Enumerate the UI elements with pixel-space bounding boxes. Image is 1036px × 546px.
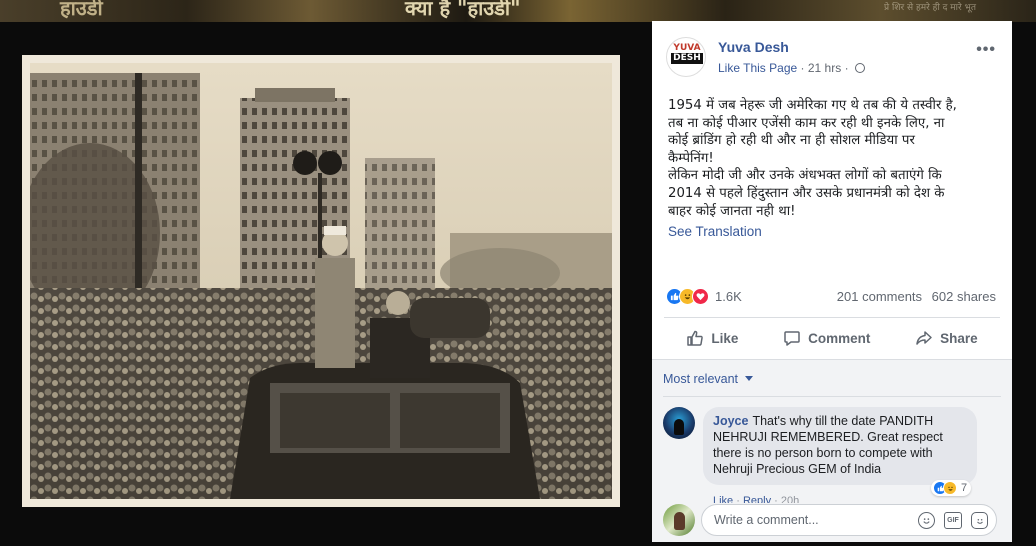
comment-input-icons: GIF — [918, 512, 988, 529]
like-page-link[interactable]: Like This Page — [718, 61, 797, 75]
background-fragment: हाउडी — [60, 0, 103, 20]
meta-separator-2: · — [844, 61, 849, 75]
meta-separator: · — [800, 61, 805, 75]
more-options-icon[interactable]: ••• — [976, 41, 996, 59]
post-stats: 201 comments 602 shares — [831, 289, 996, 304]
background-page-strip: हाउडी क्या है "हाउडी" प्रे शिर से हमरे ह… — [0, 0, 1036, 22]
background-headline: क्या है "हाउडी" — [405, 0, 521, 20]
gif-icon[interactable]: GIF — [944, 512, 962, 529]
comment-author-link[interactable]: Joyce — [713, 414, 748, 428]
love-reaction-icon — [692, 287, 709, 305]
haha-reaction-icon — [943, 481, 957, 495]
like-button-label: Like — [711, 330, 739, 346]
post-text-line: बाहर कोई जानता नही था! — [668, 203, 796, 219]
reaction-count: 1.6K — [715, 288, 742, 304]
post-actions: Like Comment Share — [664, 323, 1000, 353]
photo-frame — [22, 55, 620, 507]
post-text-line: कोई ब्रांडिंग हो रही थी और ना ही सोशल मी… — [668, 133, 915, 149]
write-comment-input[interactable]: Write a comment... GIF — [701, 504, 997, 536]
commenter-avatar[interactable] — [663, 407, 695, 439]
post-text-line: 2014 से पहले हिंदुस्तान और उसके प्रधानमं… — [668, 185, 945, 201]
page-name-link[interactable]: Yuva Desh — [718, 39, 789, 55]
page-avatar[interactable]: YUVA DESH — [666, 37, 706, 77]
post-text-line: लेकिन मोदी जी और उनके अंधभक्त लोगों को ब… — [668, 168, 942, 184]
share-button-label: Share — [940, 330, 978, 346]
post-meta: Like This Page · 21 hrs · — [718, 61, 865, 75]
viewer-root: हाउडी क्या है "हाउडी" प्रे शिर से हमरे ह… — [0, 0, 1036, 546]
page-avatar-top-text: YUVA — [673, 43, 701, 53]
see-translation-link[interactable]: See Translation — [668, 224, 762, 239]
page-avatar-bottom-text: DESH — [671, 53, 703, 64]
shares-count-link[interactable]: 602 shares — [932, 289, 996, 304]
comment-sort-label: Most relevant — [663, 372, 739, 386]
stats-divider — [664, 317, 1000, 318]
comment-sort-dropdown[interactable]: Most relevant — [663, 372, 753, 386]
photo-image — [30, 63, 612, 499]
background-corner-text: प्रे शिर से हमरे ही द मारे भूत — [884, 3, 976, 13]
current-user-avatar[interactable] — [663, 504, 695, 536]
comments-section: Most relevant Joyce That's why till the d… — [652, 359, 1012, 542]
post-text: 1954 में जब नेहरू जी अमेरिका गए थे तब की… — [668, 97, 998, 220]
globe-icon — [854, 63, 865, 73]
write-comment-row: Write a comment... GIF — [663, 502, 1001, 538]
like-button[interactable]: Like — [686, 329, 738, 347]
chevron-down-icon — [744, 376, 753, 381]
thumbs-up-icon — [687, 330, 704, 346]
reaction-summary[interactable]: 1.6K — [666, 286, 742, 306]
share-button[interactable]: Share — [915, 329, 978, 347]
comment-reactions[interactable]: 7 — [931, 480, 972, 496]
share-icon — [916, 331, 932, 345]
post-text-line: 1954 में जब नेहरू जी अमेरिका गए थे तब की… — [668, 98, 957, 113]
comment-button-label: Comment — [808, 330, 871, 346]
emoji-icon[interactable] — [918, 512, 935, 529]
comment-button[interactable]: Comment — [783, 329, 870, 347]
post-text-line: तब ना कोई पीआर एजेंसी काम कर रही थी इनके… — [668, 115, 945, 131]
comment-reaction-count: 7 — [961, 482, 968, 494]
comments-count-link[interactable]: 201 comments — [837, 289, 922, 304]
comment-icon — [784, 331, 800, 346]
sticker-icon[interactable] — [971, 512, 988, 529]
post-panel: YUVA DESH Yuva Desh Like This Page · 21 … — [652, 21, 1012, 542]
comment-bubble: Joyce That's why till the date PANDITH NE… — [703, 407, 977, 485]
post-time[interactable]: 21 hrs — [808, 61, 841, 75]
post-header: YUVA DESH Yuva Desh Like This Page · 21 … — [666, 37, 996, 81]
comments-divider — [663, 396, 1001, 397]
post-text-line: कैम्पेनिंग! — [668, 150, 714, 166]
post-photo[interactable] — [30, 63, 612, 499]
write-comment-placeholder: Write a comment... — [714, 513, 819, 527]
